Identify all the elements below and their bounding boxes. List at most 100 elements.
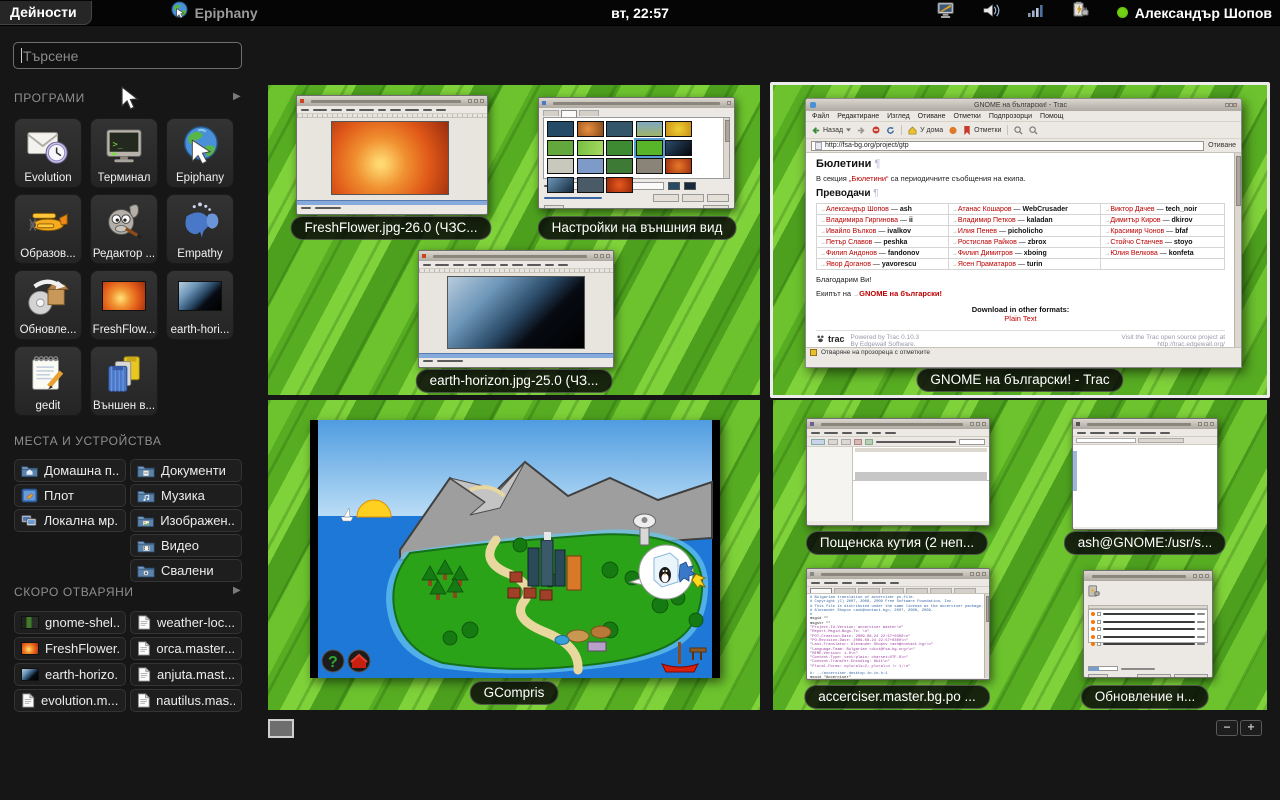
display-icon[interactable]	[937, 2, 956, 24]
recent-item[interactable]: FreshFlower...	[14, 637, 126, 660]
close-button[interactable]	[1233, 103, 1237, 107]
workspace-3[interactable]: ? GCompris	[268, 400, 760, 710]
update-list[interactable]	[1088, 609, 1208, 643]
edgewall-link[interactable]: http://trac.edgewall.org/	[1157, 341, 1225, 347]
help-button[interactable]	[544, 205, 564, 209]
window-evolution-mail[interactable]	[806, 418, 990, 526]
user-menu[interactable]: Александър Шопов	[1117, 5, 1272, 21]
search-box[interactable]	[13, 42, 242, 69]
tab-strip[interactable]	[807, 587, 989, 594]
recent-item[interactable]: anjuta.mast...	[130, 663, 242, 686]
translator-link[interactable]: Ростислав Райков	[958, 239, 1017, 246]
app-tile-earth-horizon[interactable]: earth-hori...	[166, 270, 234, 340]
translator-link[interactable]: Петър Славов	[826, 239, 872, 246]
history-icon[interactable]	[949, 126, 957, 135]
reload-button[interactable]	[886, 126, 895, 135]
activities-button[interactable]: Дейности	[0, 1, 92, 25]
window-gcompris[interactable]: ?	[310, 420, 720, 678]
url-field[interactable]: http://fsa-bg.org/project/gtp	[811, 141, 1204, 151]
close-button[interactable]	[703, 205, 729, 209]
translator-link[interactable]: Явор Доганов	[826, 261, 871, 268]
recent-item[interactable]: nautilus.mas...	[130, 689, 242, 712]
translator-link[interactable]: Атанас Кошаров	[958, 206, 1012, 213]
workspace-2-active[interactable]: GNOME на български! - Trac ФайлРедактира…	[770, 82, 1270, 398]
translator-link[interactable]: Александър Шопов	[826, 206, 889, 213]
translator-link[interactable]: Владимира Гиргинова	[826, 217, 898, 224]
tab-strip[interactable]	[539, 108, 734, 117]
place-desktop[interactable]: Плот	[14, 484, 126, 507]
app-tile-terminal[interactable]: >_ Терминал	[90, 118, 158, 188]
workspace-1[interactable]: FreshFlower.jpg-26.0 (ЧЗС...	[268, 85, 760, 395]
place-documents[interactable]: Документи	[130, 459, 242, 482]
recent-item[interactable]: evolution.m...	[14, 689, 126, 712]
add-workspace-button[interactable]: +	[1240, 720, 1262, 736]
window-gimp-freshflower[interactable]	[296, 95, 488, 215]
update-buttons[interactable]	[1084, 672, 1212, 678]
recent-item[interactable]: weather-loc...	[130, 611, 242, 634]
translator-link[interactable]: Виктор Дачев	[1110, 206, 1154, 213]
place-music[interactable]: Музика	[130, 484, 242, 507]
home-button[interactable]: У дома	[908, 126, 943, 135]
zoom-in-icon[interactable]	[1014, 126, 1023, 135]
place-downloads[interactable]: Свалени	[130, 559, 242, 582]
translator-link[interactable]: Стойчо Станчев	[1110, 239, 1163, 246]
gnome-bg-link[interactable]: GNOME на български!	[859, 289, 942, 298]
place-pictures[interactable]: Изображен...	[130, 509, 242, 532]
translator-link[interactable]: Ясен Праматаров	[958, 261, 1016, 268]
wallpaper-buttons[interactable]	[653, 194, 729, 202]
window-gedit-po[interactable]: # Bulgarian translation of accerciser po…	[806, 568, 990, 680]
zoom-out-icon[interactable]	[1029, 126, 1038, 135]
window-terminal[interactable]	[1072, 418, 1218, 530]
go-button[interactable]: Отиване	[1208, 142, 1236, 149]
translator-link[interactable]: Илия Пенев	[958, 228, 997, 235]
translator-link[interactable]: Димитър Киров	[1110, 217, 1160, 224]
forward-button[interactable]	[857, 126, 866, 135]
url-bar[interactable]: http://fsa-bg.org/project/gtp Отиване	[806, 139, 1241, 153]
app-menu[interactable]: Epiphany	[170, 1, 258, 25]
window-appearance-preferences[interactable]	[538, 97, 735, 209]
place-local-network[interactable]: Локална мр...	[14, 509, 126, 532]
translator-link[interactable]: Филип Димитров	[958, 250, 1013, 257]
page-scrollbar[interactable]	[1234, 153, 1241, 347]
app-tile-gcompris[interactable]: Образов...	[14, 194, 82, 264]
battery-icon[interactable]	[1071, 1, 1091, 24]
translator-link[interactable]: Филип Андонов	[826, 250, 877, 257]
get-more-backgrounds-link[interactable]	[544, 197, 602, 199]
recent-expand-arrow-icon[interactable]: ▶	[233, 585, 241, 596]
menu-bar[interactable]: ФайлРедактиранеИзгледОтиванеОтметкиПодпр…	[806, 111, 1241, 122]
app-tile-epiphany[interactable]: Epiphany	[166, 118, 234, 188]
translator-link[interactable]: Владимир Петков	[958, 217, 1016, 224]
search-input[interactable]	[23, 48, 234, 64]
volume-icon[interactable]	[982, 2, 1001, 24]
place-videos[interactable]: Видео	[130, 534, 242, 557]
place-home[interactable]: Домашна п...	[14, 459, 126, 482]
bulletins-link[interactable]: „Бюлетини“	[849, 174, 889, 183]
workspace-4[interactable]: Пощенска кутия (2 неп... ash@GNOME:/usr/…	[773, 400, 1267, 710]
remove-workspace-button[interactable]: −	[1216, 720, 1238, 736]
app-tile-evolution[interactable]: Evolution	[14, 118, 82, 188]
plain-text-link[interactable]: Plain Text	[816, 314, 1225, 323]
wallpaper-grid[interactable]	[543, 117, 730, 179]
app-tile-freshflower[interactable]: FreshFlow...	[90, 270, 158, 340]
window-gimp-earth-horizon[interactable]	[418, 250, 614, 368]
recent-item[interactable]: orca.master....	[130, 637, 242, 660]
back-button[interactable]: Назад	[811, 126, 851, 135]
workspace-pager[interactable]	[268, 719, 294, 738]
app-tile-gedit[interactable]: gedit	[14, 346, 82, 416]
app-tile-empathy[interactable]: Empathy	[166, 194, 234, 264]
recent-item[interactable]: earth-horizo...	[14, 663, 126, 686]
stop-button[interactable]	[872, 126, 880, 134]
clock[interactable]: вт, 22:57	[611, 5, 669, 21]
programs-expand-arrow-icon[interactable]: ▶	[233, 91, 241, 102]
app-tile-gimp[interactable]: Редактор ...	[90, 194, 158, 264]
browser-toolbar[interactable]: Назад У дома Отметки	[806, 122, 1241, 139]
bookmarks-button[interactable]: Отметки	[963, 126, 1001, 135]
translator-link[interactable]: Ивайло Вълков	[826, 228, 876, 235]
network-signal-icon[interactable]	[1027, 2, 1045, 23]
window-software-update[interactable]	[1083, 570, 1213, 678]
recent-item[interactable]: gnome-shel...	[14, 611, 126, 634]
window-epiphany-trac[interactable]: GNOME на български! - Trac ФайлРедактира…	[805, 98, 1242, 368]
app-tile-software-update[interactable]: Обновле...	[14, 270, 82, 340]
translator-link[interactable]: Красимир Чонов	[1110, 228, 1164, 235]
translator-link[interactable]: Юлия Велкова	[1110, 250, 1157, 257]
